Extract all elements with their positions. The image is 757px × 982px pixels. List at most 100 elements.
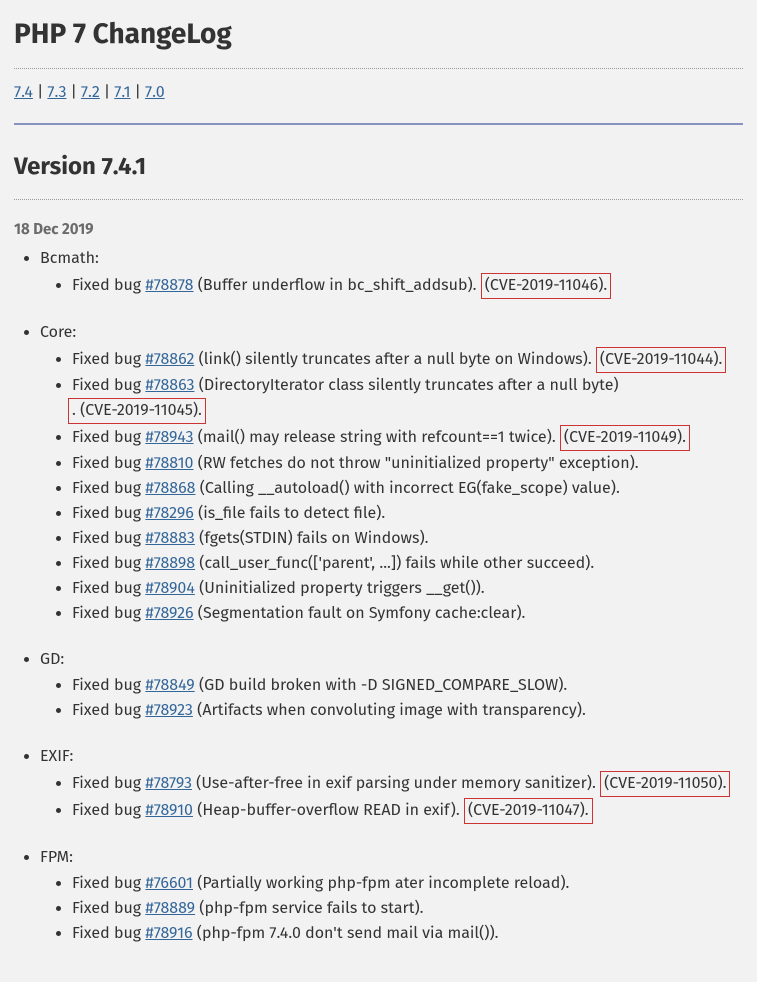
bug-prefix: Fixed bug xyxy=(72,801,145,820)
bug-prefix: Fixed bug xyxy=(72,899,145,918)
bug-prefix: Fixed bug xyxy=(72,529,145,548)
bug-link[interactable]: #78849 xyxy=(145,676,194,695)
bug-list: Fixed bug #78849 (GD build broken with -… xyxy=(40,674,743,723)
bug-description: (DirectoryIterator class silently trunca… xyxy=(194,376,618,395)
bug-prefix: Fixed bug xyxy=(72,774,145,793)
section-item: Bcmath: Fixed bug #78878 (Buffer underflo… xyxy=(40,247,743,299)
bug-list: Fixed bug #78862 (link() silently trunca… xyxy=(40,347,743,626)
bug-item: Fixed bug #78916 (php-fpm 7.4.0 don't se… xyxy=(72,922,743,946)
bug-link[interactable]: #78793 xyxy=(145,774,192,793)
bug-prefix: Fixed bug xyxy=(72,350,145,369)
bug-description: (Heap-buffer-overflow READ in exif). xyxy=(193,801,464,820)
cve-badge: (CVE-2019-11046). xyxy=(481,273,611,299)
bug-prefix: Fixed bug xyxy=(72,924,145,943)
cve-badge: (CVE-2019-11049). xyxy=(560,425,690,451)
bug-prefix: Fixed bug xyxy=(72,276,145,295)
bug-link[interactable]: #78878 xyxy=(145,276,193,295)
bug-description: (Calling __autoload() with incorrect EG(… xyxy=(195,479,619,498)
bug-description: (Artifacts when convoluting image with t… xyxy=(193,701,586,720)
bug-description: (RW fetches do not throw "uninitialized … xyxy=(194,454,639,473)
bug-list: Fixed bug #78878 (Buffer underflow in bc… xyxy=(40,273,743,299)
bug-item: Fixed bug #78868 (Calling __autoload() w… xyxy=(72,477,743,501)
section-item: Core: Fixed bug #78862 (link() silently t… xyxy=(40,321,743,626)
version-link[interactable]: 7.2 xyxy=(81,83,100,102)
bug-item: Fixed bug #78904 (Uninitialized property… xyxy=(72,577,743,601)
bug-link[interactable]: #78916 xyxy=(145,924,192,943)
bug-description: (Segmentation fault on Symfony cache:cle… xyxy=(194,604,526,623)
bug-description: (GD build broken with -D SIGNED_COMPARE_… xyxy=(195,676,568,695)
section-name: GD: xyxy=(40,650,64,669)
release-date: 18 Dec 2019 xyxy=(14,218,743,241)
bug-description: (Partially working php-fpm ater incomple… xyxy=(193,874,569,893)
nav-separator: | xyxy=(70,83,76,102)
bug-prefix: Fixed bug xyxy=(72,376,145,395)
bug-link[interactable]: #78883 xyxy=(145,529,195,548)
bug-item: Fixed bug #78889 (php-fpm service fails … xyxy=(72,897,743,921)
bug-description: (php-fpm service fails to start). xyxy=(195,899,423,918)
bug-description: (Buffer underflow in bc_shift_addsub). xyxy=(193,276,480,295)
bug-item: Fixed bug #76601 (Partially working php-… xyxy=(72,872,743,896)
bug-item: Fixed bug #78910 (Heap-buffer-overflow R… xyxy=(72,798,743,824)
bug-list: Fixed bug #78793 (Use-after-free in exif… xyxy=(40,771,743,824)
bug-prefix: Fixed bug xyxy=(72,676,145,695)
bug-link[interactable]: #76601 xyxy=(145,874,193,893)
nav-separator: | xyxy=(104,83,110,102)
bug-item: Fixed bug #78863 (DirectoryIterator clas… xyxy=(72,374,743,424)
bug-link[interactable]: #78863 xyxy=(145,376,194,395)
bug-item: Fixed bug #78926 (Segmentation fault on … xyxy=(72,602,743,626)
bug-prefix: Fixed bug xyxy=(72,479,145,498)
bug-link[interactable]: #78862 xyxy=(145,350,194,369)
section-item: EXIF: Fixed bug #78793 (Use-after-free in… xyxy=(40,745,743,824)
bug-link[interactable]: #78889 xyxy=(145,899,195,918)
version-link[interactable]: 7.1 xyxy=(114,83,130,102)
section-name: Core: xyxy=(40,323,76,342)
bug-prefix: Fixed bug xyxy=(72,428,145,447)
bug-link[interactable]: #78943 xyxy=(145,428,193,447)
bug-item: Fixed bug #78883 (fgets(STDIN) fails on … xyxy=(72,527,743,551)
bug-link[interactable]: #78898 xyxy=(145,554,195,573)
bug-description: (php-fpm 7.4.0 don't send mail via mail(… xyxy=(193,924,499,943)
bug-list: Fixed bug #76601 (Partially working php-… xyxy=(40,872,743,946)
bug-link[interactable]: #78868 xyxy=(145,479,195,498)
bug-description: (is_file fails to detect file). xyxy=(194,504,385,523)
bug-item: Fixed bug #78878 (Buffer underflow in bc… xyxy=(72,273,743,299)
cve-badge: (CVE-2019-11047). xyxy=(464,798,593,824)
bug-link[interactable]: #78923 xyxy=(145,701,193,720)
bug-prefix: Fixed bug xyxy=(72,579,145,598)
changelog-sections: Bcmath: Fixed bug #78878 (Buffer underflo… xyxy=(14,247,743,946)
nav-separator: | xyxy=(135,83,141,102)
bug-description: (Uninitialized property triggers __get()… xyxy=(195,579,485,598)
bug-prefix: Fixed bug xyxy=(72,604,145,623)
section-name: EXIF: xyxy=(40,747,73,766)
section-name: Bcmath: xyxy=(40,249,99,268)
cve-badge: (CVE-2019-11050). xyxy=(600,771,730,797)
bug-description: (link() silently truncates after a null … xyxy=(194,350,596,369)
bug-link[interactable]: #78810 xyxy=(145,454,193,473)
bug-description: (Use-after-free in exif parsing under me… xyxy=(192,774,600,793)
bug-prefix: Fixed bug xyxy=(72,454,145,473)
version-nav: 7.4|7.3|7.2|7.1|7.0 xyxy=(14,81,743,125)
bug-item: Fixed bug #78923 (Artifacts when convolu… xyxy=(72,699,743,723)
version-link[interactable]: 7.0 xyxy=(145,83,165,102)
section-item: FPM: Fixed bug #76601 (Partially working … xyxy=(40,846,743,946)
bug-item: Fixed bug #78296 (is_file fails to detec… xyxy=(72,502,743,526)
bug-link[interactable]: #78296 xyxy=(145,504,193,523)
section-name: FPM: xyxy=(40,848,73,867)
bug-description: (mail() may release string with refcount… xyxy=(194,428,560,447)
section-item: GD: Fixed bug #78849 (GD build broken wit… xyxy=(40,648,743,723)
version-link[interactable]: 7.3 xyxy=(47,83,66,102)
bug-item: Fixed bug #78943 (mail() may release str… xyxy=(72,425,743,451)
cve-badge: . (CVE-2019-11045). xyxy=(68,398,206,424)
bug-link[interactable]: #78926 xyxy=(145,604,193,623)
bug-prefix: Fixed bug xyxy=(72,701,145,720)
bug-prefix: Fixed bug xyxy=(72,874,145,893)
bug-link[interactable]: #78904 xyxy=(145,579,195,598)
bug-link[interactable]: #78910 xyxy=(145,801,193,820)
nav-separator: | xyxy=(37,83,43,102)
bug-item: Fixed bug #78898 (call_user_func(['paren… xyxy=(72,552,743,576)
bug-prefix: Fixed bug xyxy=(72,554,145,573)
bug-item: Fixed bug #78849 (GD build broken with -… xyxy=(72,674,743,698)
bug-prefix: Fixed bug xyxy=(72,504,145,523)
version-link[interactable]: 7.4 xyxy=(14,83,33,102)
bug-item: Fixed bug #78862 (link() silently trunca… xyxy=(72,347,743,373)
